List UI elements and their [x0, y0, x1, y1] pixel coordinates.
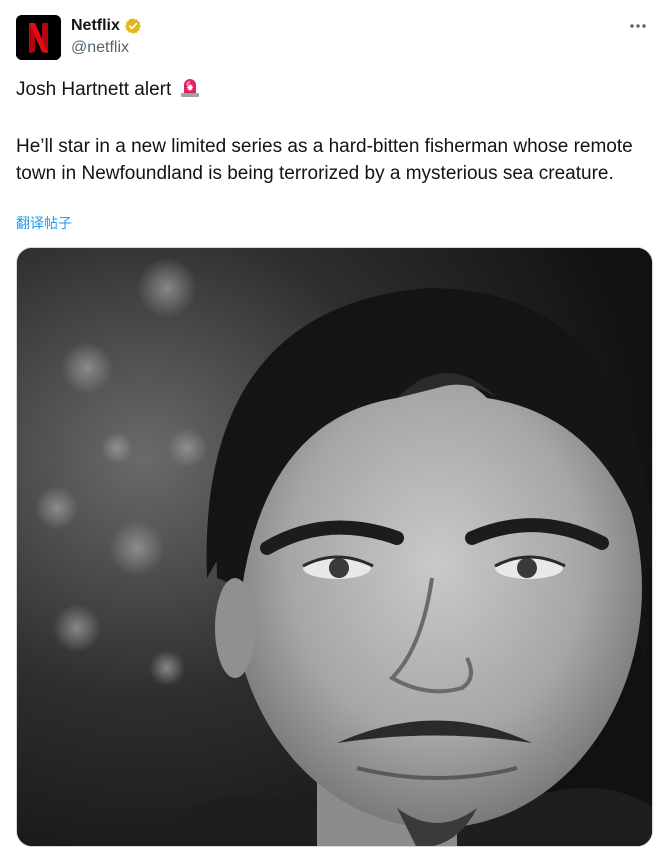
- more-horizontal-icon: [630, 24, 646, 28]
- tweet-photo[interactable]: [16, 247, 653, 847]
- tweet-body: He’ll star in a new limited series as a …: [16, 136, 633, 184]
- handle[interactable]: @netflix: [71, 39, 142, 57]
- tweet-text: Josh Hartnett alert He’ll star in a new …: [16, 76, 646, 187]
- tweet: Netflix @netflix Josh Hartnett alert He’…: [0, 0, 666, 847]
- display-name[interactable]: Netflix: [71, 17, 120, 35]
- name-row: Netflix: [71, 15, 142, 37]
- translate-post-link[interactable]: 翻译帖子: [16, 213, 72, 233]
- tweet-line-1: Josh Hartnett alert: [16, 76, 646, 106]
- netflix-logo-icon: [16, 15, 61, 60]
- rotating-siren-icon: [179, 76, 201, 106]
- tweet-headline: Josh Hartnett alert: [16, 79, 172, 100]
- author-info: Netflix @netflix: [71, 15, 142, 57]
- avatar[interactable]: [16, 15, 61, 60]
- verified-badge-icon[interactable]: [124, 17, 142, 35]
- portrait-photo: [17, 248, 652, 846]
- more-options-button[interactable]: [624, 14, 652, 38]
